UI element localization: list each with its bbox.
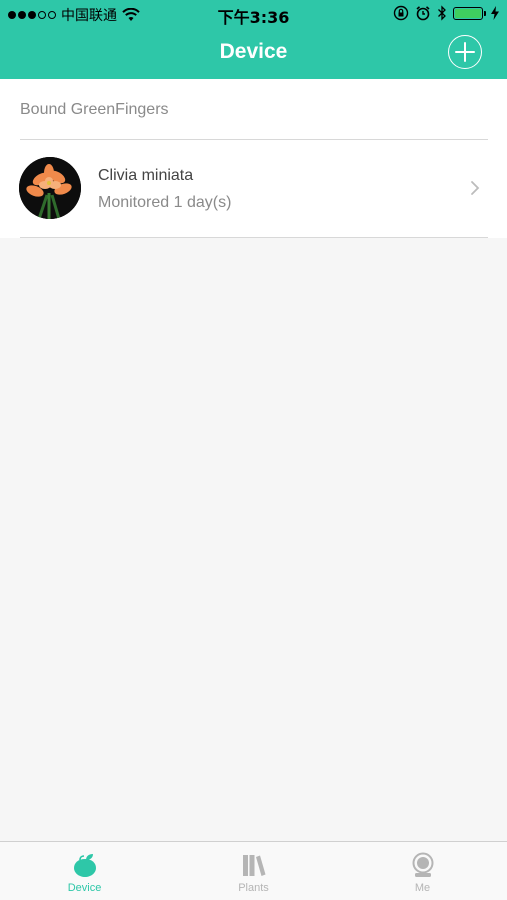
tab-plants[interactable]: Plants	[169, 842, 338, 900]
divider	[20, 237, 488, 238]
device-name: Clivia miniata	[98, 167, 194, 184]
tab-label: Me	[414, 882, 431, 894]
status-right	[393, 5, 499, 21]
chevron-right-icon	[471, 181, 480, 195]
tab-me[interactable]: Me	[338, 842, 507, 900]
bluetooth-icon	[438, 5, 446, 21]
status-bar: 中国联通 下午3:36	[0, 0, 507, 28]
device-row-clivia-miniata[interactable]: Clivia miniata Monitored 1 day(s)	[0, 140, 507, 238]
tab-label: Plants	[238, 882, 269, 894]
device-status: Monitored 1 day(s)	[98, 194, 232, 211]
charging-icon	[491, 6, 499, 20]
header: 中国联通 下午3:36 Device	[0, 0, 507, 79]
plant-avatar	[19, 157, 81, 219]
me-icon	[412, 852, 433, 877]
battery-icon	[453, 6, 486, 20]
alarm-icon	[416, 6, 430, 21]
add-device-button[interactable]	[448, 35, 482, 69]
plants-icon	[242, 855, 265, 876]
page-title: Device	[219, 40, 288, 63]
device-icon	[73, 854, 96, 877]
plus-icon	[455, 42, 475, 62]
tab-label: Device	[67, 882, 102, 894]
device-list: Bound GreenFingers Clivia miniata Monito…	[0, 79, 507, 238]
section-header: Bound GreenFingers	[20, 101, 169, 118]
tab-bar: Device Plants Me	[0, 841, 507, 900]
tab-device[interactable]: Device	[0, 842, 169, 900]
orientation-lock-icon	[393, 5, 409, 21]
